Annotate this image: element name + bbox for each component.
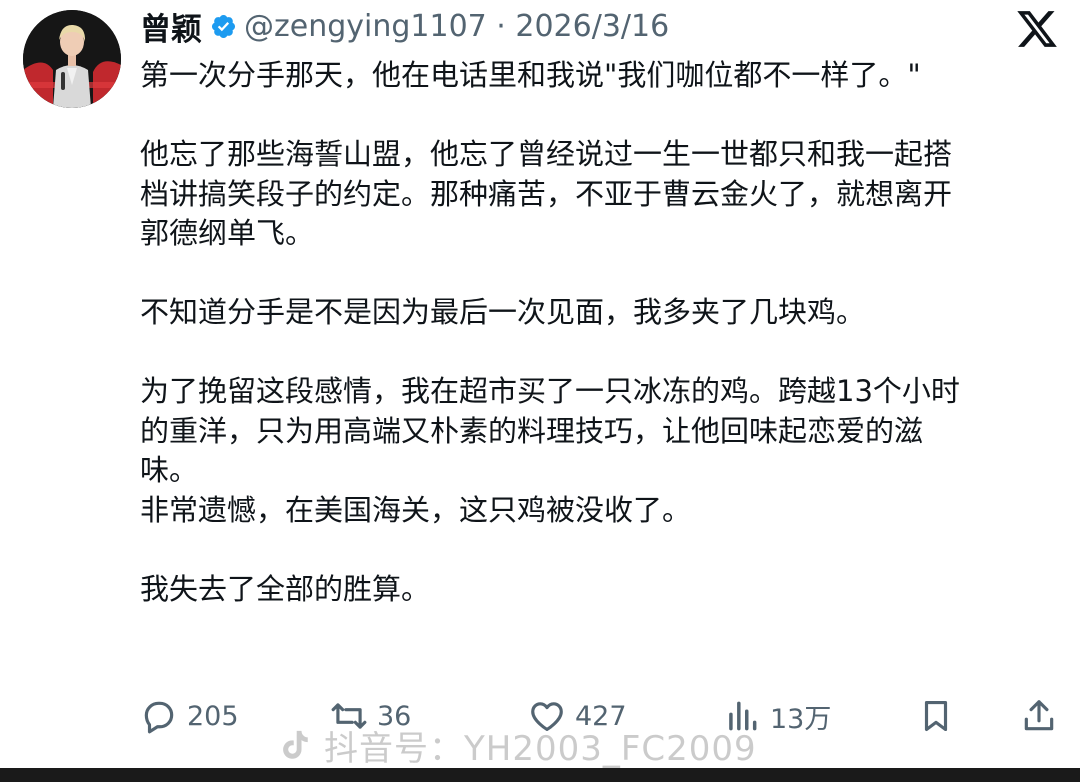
post-line: 的重洋，只为用高端又朴素的料理技巧，让他回味起恋爱的滋: [140, 413, 924, 448]
avatar[interactable]: [23, 10, 121, 108]
author-handle-date[interactable]: @zengying1107 · 2026/3/16: [244, 9, 669, 44]
post-line: 我失去了全部的胜算。: [140, 571, 431, 606]
reply-count: 205: [187, 700, 239, 732]
bookmark-button[interactable]: [917, 694, 955, 738]
reply-button[interactable]: 205: [140, 694, 239, 738]
share-button[interactable]: [1020, 694, 1058, 738]
verified-badge-icon: [211, 14, 236, 38]
post-line: 味。: [140, 453, 199, 487]
x-logo-icon: [1017, 11, 1057, 47]
douyin-watermark: 抖音号：YH2003_FC2009: [278, 722, 757, 769]
bookmark-icon: [924, 700, 948, 732]
views-count: 13万: [770, 703, 832, 735]
share-icon: [1024, 700, 1054, 731]
bottom-bar: [0, 768, 1080, 782]
post-text: 第一次分手那天，他在电话里和我说"我们咖位都不一样了。" 他忘了那些海誓山盟，他…: [140, 56, 1065, 609]
watermark-text: 抖音号：YH2003_FC2009: [324, 728, 757, 769]
post-line: 第一次分手那天，他在电话里和我说"我们咖位都不一样了。": [140, 58, 921, 92]
post-line: 郭德纲单飞。: [140, 216, 315, 250]
post-line: 不知道分手是不是因为最后一次见面，我多夹了几块鸡。: [140, 295, 866, 329]
reply-icon: [144, 701, 174, 734]
post-line: 非常遗憾，在美国海关，这只鸡被没收了。: [140, 492, 692, 527]
post-line: 档讲搞笑段子的约定。那种痛苦，不亚于曹云金火了，就想离开: [140, 176, 953, 211]
post-header: 曾颖 @zengying1107 · 2026/3/16: [140, 2, 669, 50]
author-name[interactable]: 曾颖: [140, 4, 202, 49]
post-line: 为了挽留这段感情，我在超市买了一只冰冻的鸡。跨越13个小时: [140, 374, 960, 408]
post-line: 他忘了那些海誓山盟，他忘了曾经说过一生一世都只和我一起搭: [140, 137, 953, 171]
avatar-photo: [23, 10, 121, 108]
douyin-icon: [283, 730, 308, 759]
